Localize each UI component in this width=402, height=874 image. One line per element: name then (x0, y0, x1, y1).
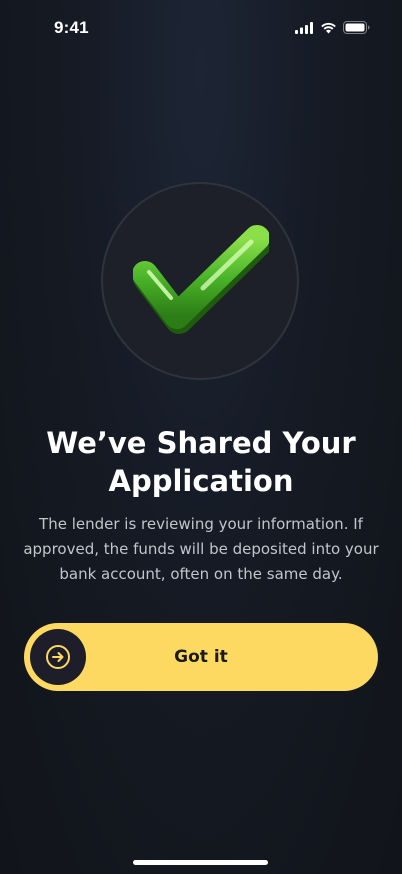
battery-icon (343, 21, 370, 34)
green-checkmark-icon (133, 225, 269, 334)
home-indicator (133, 860, 268, 865)
cellular-signal-icon (295, 21, 313, 34)
arrow-right-circle-icon (46, 645, 70, 669)
status-time: 9:41 (54, 18, 89, 37)
page-title: We’ve Shared Your Application (46, 426, 356, 498)
success-hero-circle (101, 182, 299, 380)
got-it-button[interactable]: Got it (24, 623, 378, 691)
wifi-icon (321, 22, 336, 33)
page-description: The lender is reviewing your information… (23, 515, 379, 583)
got-it-label: Got it (174, 647, 228, 667)
status-bar: 9:41 (0, 0, 402, 58)
status-icons (295, 21, 370, 34)
button-knob[interactable] (30, 629, 86, 685)
